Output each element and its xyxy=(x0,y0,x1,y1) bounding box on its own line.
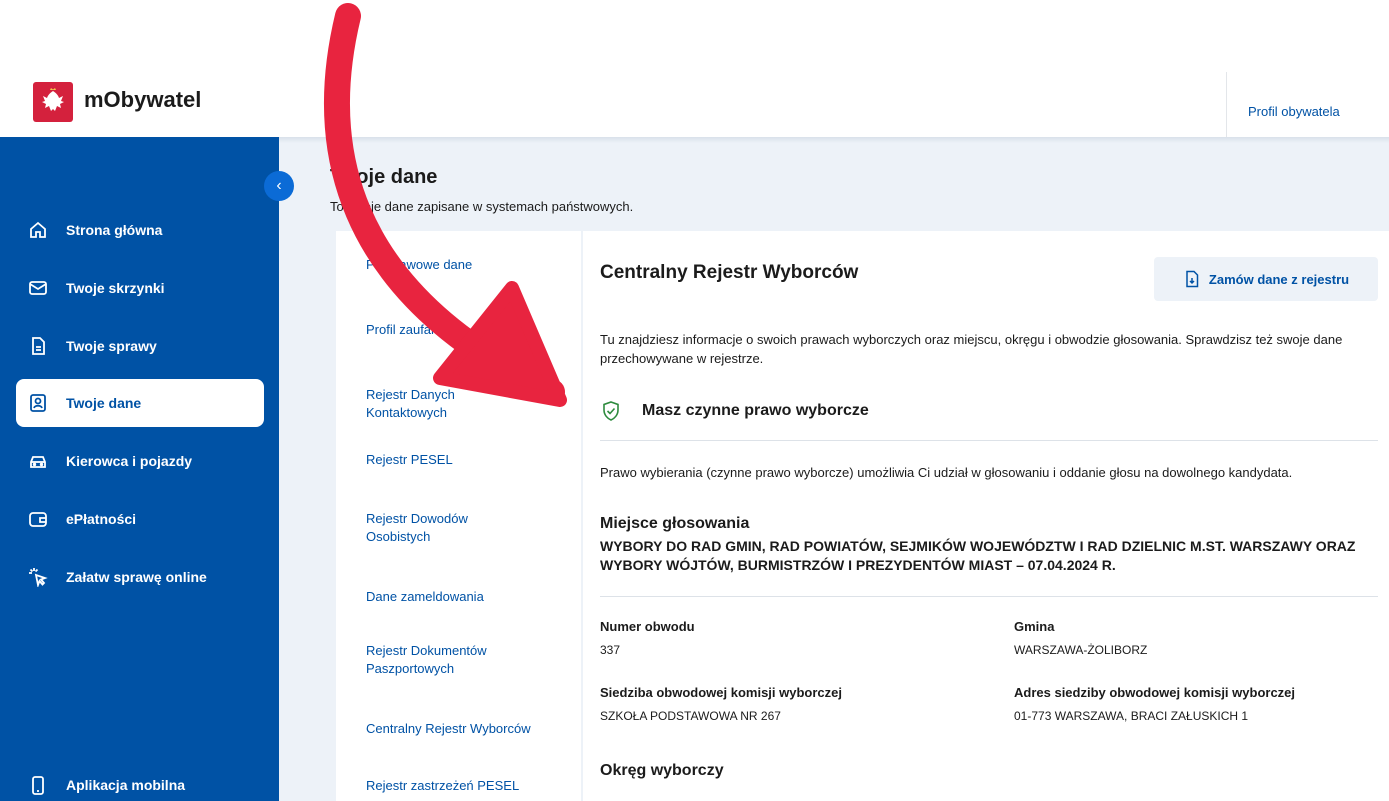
document-download-icon xyxy=(1186,270,1199,288)
order-button-label: Zamów dane z rejestru xyxy=(1208,271,1350,287)
district-number-label: Numer obwodu xyxy=(600,619,695,634)
electoral-district-title: Okręg wyborczy xyxy=(600,762,724,779)
voting-rights-row: Masz czynne prawo wyborcze xyxy=(600,400,1378,440)
registry-subnav: Podstawowe dane Profil zaufany Rejestr D… xyxy=(336,231,581,801)
sidebar-item-payments[interactable]: ePłatności xyxy=(16,495,264,543)
page-subtitle: To Twoje dane zapisane w systemach państ… xyxy=(330,199,634,214)
subnav-item-pesel-restrictions[interactable]: Rejestr zastrzeżeń PESEL xyxy=(366,777,566,795)
sidebar-item-label: ePłatności xyxy=(66,511,137,527)
mail-icon xyxy=(28,278,48,298)
phone-icon xyxy=(28,775,48,795)
sidebar-item-your-data[interactable]: Twoje dane xyxy=(16,379,264,427)
sidebar-item-label: Załatw sprawę online xyxy=(66,569,207,585)
district-number-value: 337 xyxy=(600,643,621,657)
page-title: Twoje dane xyxy=(330,166,438,188)
content-title: Centralny Rejestr Wyborców xyxy=(600,262,859,283)
home-icon xyxy=(28,220,48,240)
subnav-item-passport-registry[interactable]: Rejestr Dokumentów Paszportowych xyxy=(366,642,516,678)
shield-check-icon xyxy=(603,401,619,421)
sidebar-item-mobile-app[interactable]: Aplikacja mobilna xyxy=(16,768,264,801)
poland-eagle-logo[interactable] xyxy=(33,82,73,122)
sidebar-item-label: Twoje sprawy xyxy=(66,338,157,354)
eagle-icon xyxy=(42,88,64,111)
election-name: WYBORY DO RAD GMIN, RAD POWIATÓW, SEJMIK… xyxy=(600,538,1356,573)
subnav-item-id-registry[interactable]: Rejestr Dowodów Osobistych xyxy=(366,510,486,546)
commission-seat-label: Siedziba obwodowej komisji wyborczej xyxy=(600,685,842,700)
section-divider xyxy=(600,596,1378,597)
sidebar-item-online-services[interactable]: Załatw sprawę online xyxy=(16,553,264,601)
subnav-item-pesel-registry[interactable]: Rejestr PESEL xyxy=(366,451,566,469)
voting-rights-title: Masz czynne prawo wyborcze xyxy=(642,402,869,419)
chevron-left-icon: ‹ xyxy=(276,177,282,194)
commission-seat-value: SZKOŁA PODSTAWOWA NR 267 xyxy=(600,709,781,723)
subnav-item-trusted-profile[interactable]: Profil zaufany xyxy=(366,321,566,339)
header-shadow xyxy=(279,137,1389,143)
sidebar-item-inbox[interactable]: Twoje skrzynki xyxy=(16,264,264,312)
sidebar-item-home[interactable]: Strona główna xyxy=(16,206,264,254)
subnav-item-contact-registry[interactable]: Rejestr Danych Kontaktowych xyxy=(366,386,486,422)
voting-rights-description: Prawo wybierania (czynne prawo wyborcze)… xyxy=(600,465,1293,480)
gmina-label: Gmina xyxy=(1014,619,1055,634)
sidebar-item-label: Twoje skrzynki xyxy=(66,280,165,296)
collapse-sidebar-button[interactable]: ‹ xyxy=(264,171,294,201)
id-card-icon xyxy=(28,393,48,413)
gmina-value: WARSZAWA-ŻOLIBORZ xyxy=(1014,643,1148,657)
subnav-item-basic-data[interactable]: Podstawowe dane xyxy=(366,256,566,274)
profile-link[interactable]: Profil obywatela xyxy=(1248,104,1340,119)
header-divider xyxy=(1226,72,1227,137)
sidebar-item-label: Twoje dane xyxy=(66,395,142,411)
order-registry-data-button[interactable]: Zamów dane z rejestru xyxy=(1154,257,1378,301)
top-header: mObywatel Profil obywatela xyxy=(0,0,1389,137)
voting-place-title: Miejsce głosowania xyxy=(600,515,750,532)
car-icon xyxy=(28,451,48,471)
sidebar-item-label: Strona główna xyxy=(66,222,163,238)
sidebar-item-cases[interactable]: Twoje sprawy xyxy=(16,322,264,370)
document-icon xyxy=(28,336,48,356)
commission-address-value: 01-773 WARSZAWA, BRACI ZAŁUSKICH 1 xyxy=(1014,709,1249,723)
intro-text: Tu znajdziesz informacje o swoich prawac… xyxy=(600,332,1343,366)
sidebar-item-vehicles[interactable]: Kierowca i pojazdy xyxy=(16,437,264,485)
subnav-item-residence[interactable]: Dane zameldowania xyxy=(366,588,566,606)
cursor-click-icon xyxy=(28,567,48,587)
commission-address-label: Adres siedziby obwodowej komisji wyborcz… xyxy=(1014,685,1296,700)
wallet-icon xyxy=(28,509,48,529)
subnav-item-voters-registry[interactable]: Centralny Rejestr Wyborców xyxy=(366,720,566,738)
brand-name[interactable]: mObywatel xyxy=(84,87,201,113)
sidebar-item-label: Kierowca i pojazdy xyxy=(66,453,193,469)
section-divider xyxy=(600,440,1378,441)
sidebar-item-label: Aplikacja mobilna xyxy=(66,776,186,793)
